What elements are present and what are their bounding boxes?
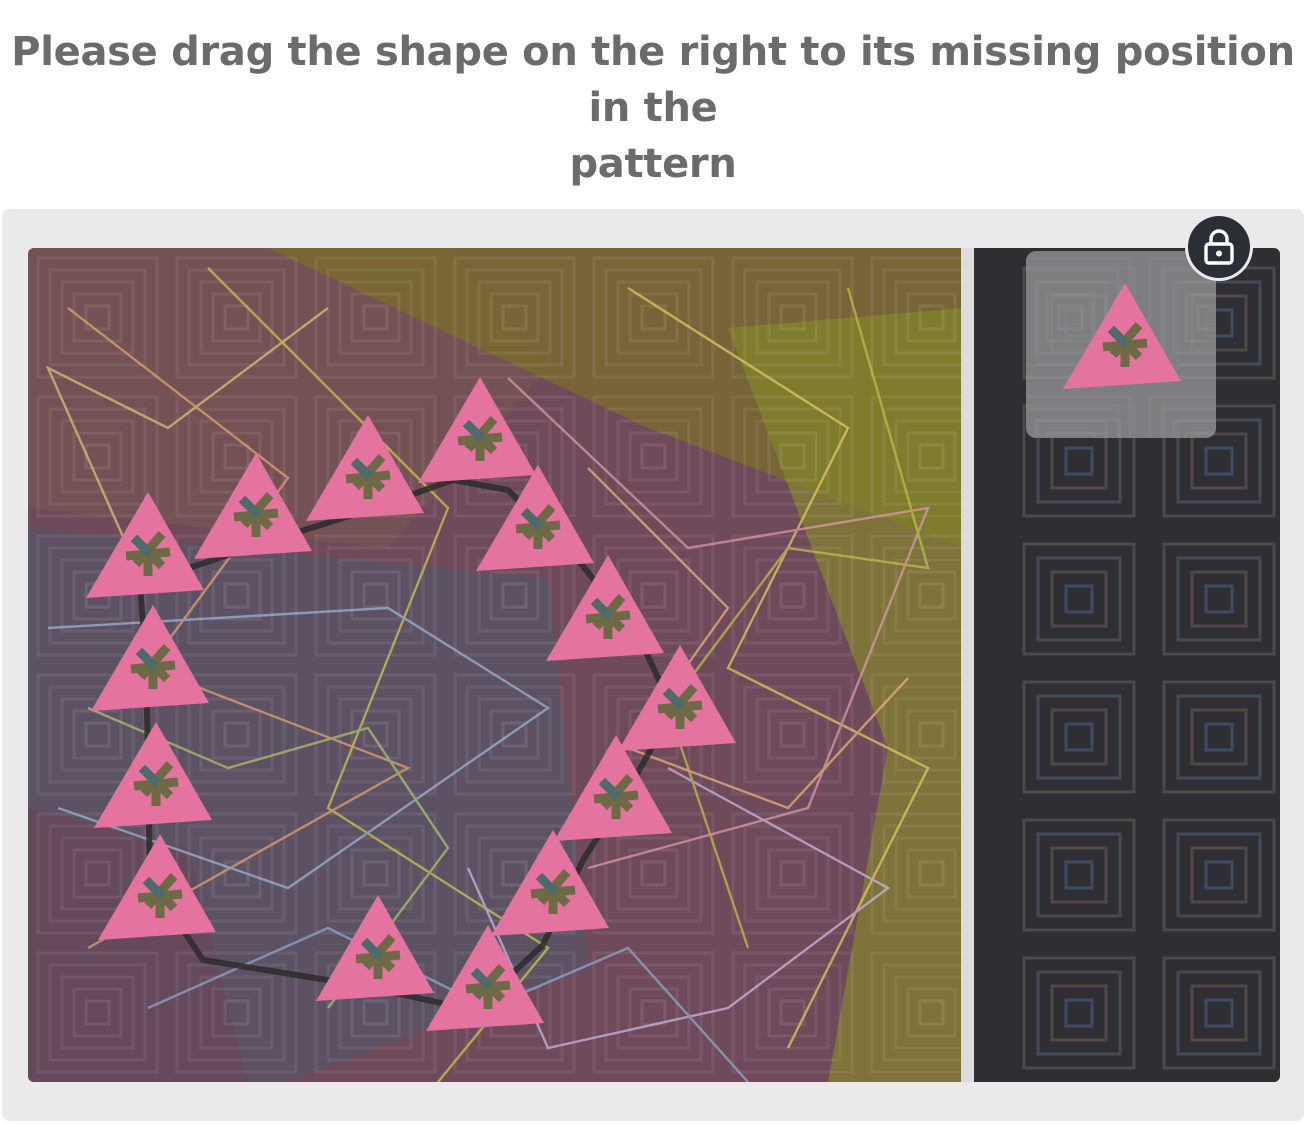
- instruction-line-2: pattern: [569, 141, 737, 187]
- lock-button[interactable]: [1188, 216, 1250, 278]
- puzzle-area: [28, 248, 1280, 1082]
- draggable-shape[interactable]: [1026, 251, 1216, 438]
- instruction-text: Please drag the shape on the right to it…: [0, 24, 1306, 192]
- divider: [961, 248, 974, 1082]
- instruction-line-1: Please drag the shape on the right to it…: [11, 29, 1295, 131]
- puzzle-canvas: [28, 248, 1280, 1082]
- lock-icon: [1204, 229, 1234, 265]
